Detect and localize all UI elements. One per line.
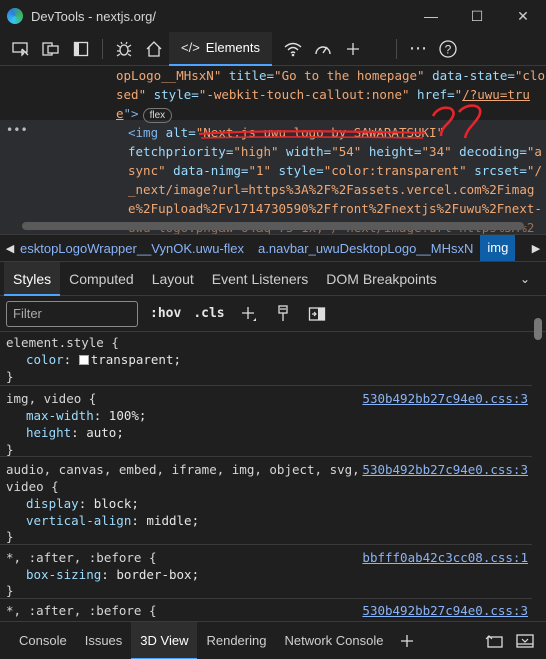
- rule-source-link[interactable]: bbfff0ab42c3cc08.css:1: [362, 549, 528, 566]
- close-drawer-icon[interactable]: [510, 622, 540, 659]
- inspect-icon[interactable]: [36, 32, 66, 66]
- dom-line-8[interactable]: e%2Fupload%2Fv1714730590%2Ffront%2Fnextj…: [128, 199, 542, 218]
- breadcrumb-right-icon[interactable]: ▶: [526, 242, 546, 255]
- vertical-scrollbar[interactable]: [534, 318, 542, 340]
- styles-panel-tabs: Styles Computed Layout Event Listeners D…: [0, 261, 546, 296]
- add-drawer-tab-icon[interactable]: [392, 622, 422, 659]
- home-icon[interactable]: [139, 32, 169, 66]
- dom-tree: opLogo__MHsxN" title="Go to the homepage…: [0, 66, 546, 234]
- color-swatch[interactable]: [78, 355, 89, 365]
- tab-elements-label: Elements: [205, 40, 260, 55]
- breadcrumb-left-icon[interactable]: ◀: [0, 242, 20, 255]
- help-icon[interactable]: ?: [433, 32, 463, 66]
- flex-badge[interactable]: flex: [142, 108, 173, 123]
- paint-brush-icon[interactable]: [273, 304, 293, 324]
- drawer-tab-rendering[interactable]: Rendering: [197, 622, 275, 659]
- dom-line-2[interactable]: sed" style="-webkit-touch-callout:none" …: [116, 85, 530, 104]
- rule-declaration[interactable]: color: transparent;: [26, 351, 181, 368]
- hover-state-button[interactable]: :hov: [150, 306, 181, 321]
- drawer-tab-issues[interactable]: Issues: [76, 622, 132, 659]
- rule-source-link[interactable]: 530b492bb27c94e0.css:3: [362, 602, 528, 619]
- rule-declaration[interactable]: max-width: 100%;: [26, 407, 146, 424]
- breadcrumb-item[interactable]: a.navbar_uwuDesktopLogo__MHsxN: [251, 241, 480, 256]
- rule-declaration[interactable]: height: auto;: [26, 424, 124, 441]
- rule-declaration[interactable]: vertical-align: middle;: [26, 512, 199, 529]
- dom-line-7[interactable]: _next/image?url=https%3A%2F%2Fassets.ver…: [128, 180, 534, 199]
- rule-declaration[interactable]: display: block;: [26, 495, 139, 512]
- svg-text:?: ?: [445, 42, 452, 56]
- dom-line-3[interactable]: e"> flex: [116, 104, 173, 123]
- new-rule-icon[interactable]: [239, 304, 259, 324]
- more-options-icon[interactable]: ⋯: [403, 32, 433, 66]
- drawer-tabs: Console Issues 3D View Rendering Network…: [0, 621, 546, 659]
- dom-line-img[interactable]: <img alt="Next.js uwu logo by SAWARATSUK…: [128, 123, 444, 142]
- style-rule: img, video { 530b492bb27c94e0.css:3 max-…: [0, 387, 532, 457]
- rule-selector[interactable]: img, video {: [6, 390, 96, 407]
- drawer-tab-console[interactable]: Console: [10, 622, 76, 659]
- edge-logo-icon: [7, 8, 23, 24]
- performance-icon[interactable]: [308, 32, 338, 66]
- main-toolbar: </> Elements ⋯ ?: [0, 31, 546, 66]
- tab-dom-breakpoints[interactable]: DOM Breakpoints: [317, 262, 445, 296]
- rule-selector[interactable]: audio, canvas, embed, iframe, img, objec…: [6, 461, 360, 478]
- tab-computed[interactable]: Computed: [60, 262, 143, 296]
- dock-to-panel-icon[interactable]: [480, 622, 510, 659]
- style-rule: element.style { color: transparent; }: [0, 332, 532, 386]
- device-emulation-icon[interactable]: [6, 32, 36, 66]
- horizontal-scrollbar[interactable]: [22, 222, 524, 230]
- rule-selector[interactable]: *, :after, :before {: [6, 602, 157, 619]
- rule-selector[interactable]: *, :after, :before {: [6, 549, 157, 566]
- style-rules-list: element.style { color: transparent; } im…: [0, 332, 532, 620]
- href-link[interactable]: /?uwu=tru: [462, 87, 530, 102]
- styles-filter-bar: :hov .cls: [0, 296, 546, 332]
- style-rule: *, :after, :before { 530b492bb27c94e0.cs…: [0, 600, 532, 620]
- title-bar: DevTools - nextjs.org/ — ☐ ✕: [0, 0, 546, 32]
- rule-selector-cont[interactable]: video {: [6, 478, 59, 495]
- node-actions-dots[interactable]: •••: [6, 121, 28, 140]
- tab-layout[interactable]: Layout: [143, 262, 203, 296]
- tab-elements[interactable]: </> Elements: [169, 31, 272, 66]
- code-icon: </>: [181, 40, 200, 55]
- rule-selector[interactable]: element.style {: [6, 334, 119, 351]
- computed-sidebar-icon[interactable]: [307, 304, 327, 324]
- network-icon[interactable]: [278, 32, 308, 66]
- bug-icon[interactable]: [109, 32, 139, 66]
- rule-source-link[interactable]: 530b492bb27c94e0.css:3: [362, 461, 528, 478]
- rule-declaration[interactable]: box-sizing: border-box;: [26, 566, 199, 583]
- tab-event-listeners[interactable]: Event Listeners: [203, 262, 318, 296]
- toolbar-divider: [396, 38, 397, 59]
- window-title: DevTools - nextjs.org/: [31, 8, 156, 24]
- breadcrumb: ◀ esktopLogoWrapper__VynOK.uwu-flex a.na…: [0, 234, 546, 262]
- add-tool-icon[interactable]: [338, 32, 368, 66]
- dom-line-5[interactable]: fetchpriority="high" width="54" height="…: [128, 142, 542, 161]
- sidebar-icon[interactable]: [66, 32, 96, 66]
- drawer-tab-3d-view[interactable]: 3D View: [131, 621, 198, 659]
- close-button[interactable]: ✕: [500, 0, 546, 32]
- dom-line-1[interactable]: opLogo__MHsxN" title="Go to the homepage…: [116, 66, 545, 85]
- minimize-button[interactable]: —: [408, 0, 454, 32]
- dom-line-6[interactable]: sync" data-nimg="1" style="color:transpa…: [128, 161, 542, 180]
- maximize-button[interactable]: ☐: [454, 0, 500, 32]
- class-toggle-button[interactable]: .cls: [193, 306, 224, 321]
- toolbar-divider: [102, 38, 103, 59]
- tab-styles[interactable]: Styles: [4, 261, 61, 296]
- style-rule: *, :after, :before { bbfff0ab42c3cc08.cs…: [0, 546, 532, 599]
- breadcrumb-item-selected[interactable]: img: [480, 235, 516, 261]
- style-rule: audio, canvas, embed, iframe, img, objec…: [0, 458, 532, 545]
- rule-source-link[interactable]: 530b492bb27c94e0.css:3: [362, 390, 528, 407]
- drawer-tab-network-console[interactable]: Network Console: [275, 622, 392, 659]
- breadcrumb-item[interactable]: esktopLogoWrapper__VynOK.uwu-flex: [20, 241, 251, 256]
- chevron-down-icon[interactable]: ⌄: [520, 262, 530, 296]
- filter-input[interactable]: [6, 300, 138, 327]
